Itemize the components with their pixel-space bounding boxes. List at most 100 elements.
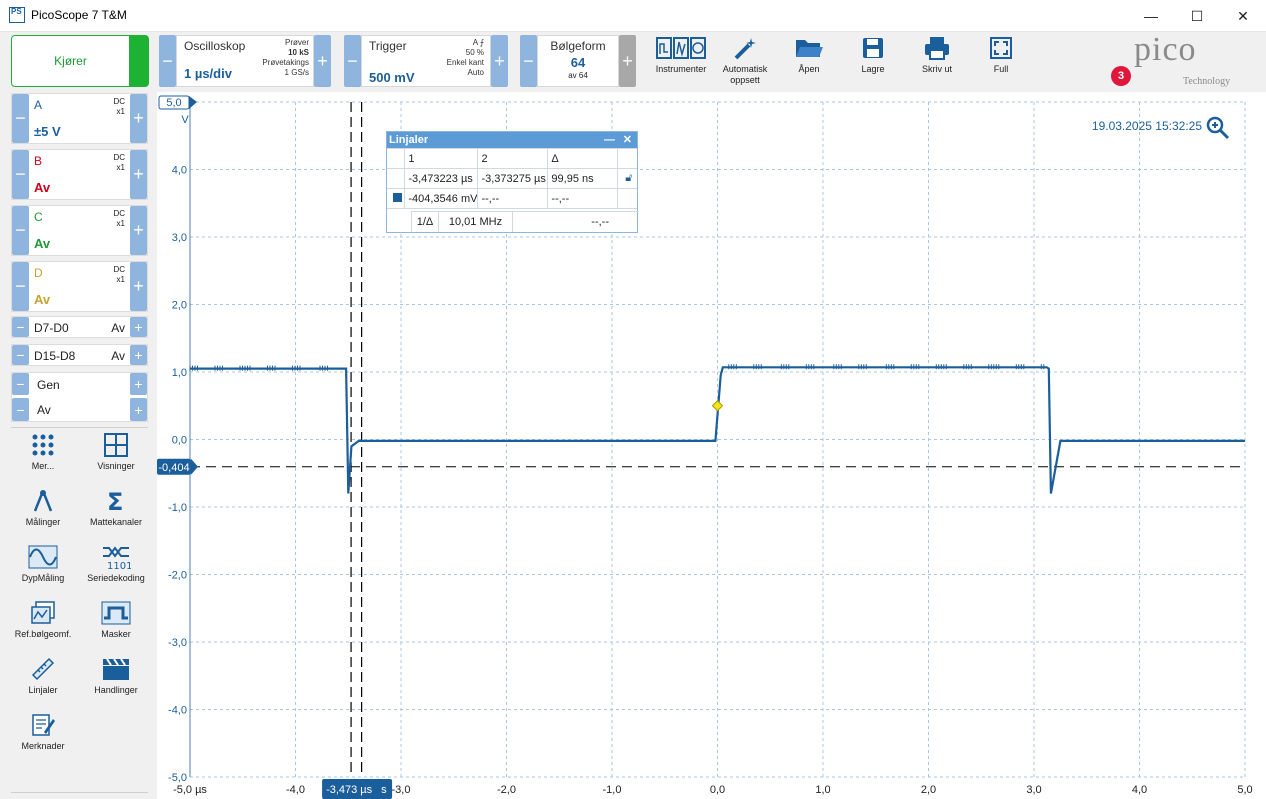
channel-c-minus[interactable]: −	[12, 206, 29, 255]
more-button[interactable]: Mer...	[11, 432, 75, 471]
actions-button[interactable]: Handlinger	[84, 656, 148, 695]
x-tick-label: 0,0	[710, 784, 725, 796]
rulers-button[interactable]: Linjaler	[11, 656, 75, 695]
channel-c-plus[interactable]: +	[130, 206, 147, 255]
trigger-plus-button[interactable]: +	[491, 35, 508, 87]
auto-setup-button[interactable]: Automatisk oppsett	[715, 36, 775, 86]
waveform-plus-button[interactable]: +	[619, 35, 636, 87]
rulers-table: 1 2 Δ -3,473223 µs -3,373275 µs 99,95 ns…	[387, 148, 637, 209]
gen-label: Gen	[37, 378, 60, 392]
y-tick-label: -1,0	[168, 502, 187, 514]
notification-badge[interactable]: 3	[1111, 66, 1131, 86]
serial-decoding-button[interactable]: 1101 Seriedekoding	[84, 544, 148, 583]
math-channels-button[interactable]: Σ Mattekanaler	[84, 488, 148, 527]
zoom-icon[interactable]	[1206, 116, 1230, 145]
lock-icon[interactable]: 🔓︎	[616, 168, 637, 189]
x-tick-label: 2,0	[921, 784, 936, 796]
generator-panel[interactable]: − Gen + − Av +	[11, 372, 148, 422]
trigger-auto: Auto	[467, 68, 484, 77]
channel-coupling: DC	[113, 153, 125, 162]
print-label: Skriv ut	[921, 64, 952, 74]
ruler-time-delta: 99,95 ns	[547, 168, 618, 189]
digital-row-high[interactable]: − D15-D8 Av +	[11, 344, 148, 366]
measurements-button[interactable]: Målinger	[11, 488, 75, 527]
notes-button[interactable]: Merknader	[11, 712, 75, 751]
x-tick-label: -4,0	[286, 784, 305, 796]
digital-high-plus[interactable]: +	[130, 345, 147, 365]
gen-plus[interactable]: +	[130, 373, 147, 395]
digital-low-minus[interactable]: −	[12, 317, 29, 337]
x-tick-label: 3,0	[1026, 784, 1041, 796]
channel-probe: x1	[116, 275, 125, 284]
y-unit-label: V	[181, 114, 189, 126]
deep-measure-button[interactable]: DypMåling	[11, 544, 75, 583]
reference-waveform-button[interactable]: Ref.bølgeomf.	[11, 600, 75, 639]
save-button[interactable]: Lagre	[843, 36, 903, 74]
print-button[interactable]: Skriv ut	[907, 36, 967, 74]
close-panel-icon[interactable]: ✕	[623, 132, 632, 148]
gen-state-plus[interactable]: +	[130, 398, 147, 421]
channel-b-plus[interactable]: +	[130, 150, 147, 199]
rulers-panel-header[interactable]: Linjaler — ✕	[387, 132, 637, 148]
plot-area[interactable]: 4,0 3,0 2,0 1,0 0,0 -1,0 -2,0 -3,0 -4,0 -5,0 5,0 V -…	[157, 92, 1266, 799]
channel-b-range[interactable]: Av	[34, 180, 50, 195]
maximize-icon[interactable]: ☐	[1174, 0, 1220, 32]
gen-state-minus[interactable]: −	[12, 398, 29, 421]
oscilloscope-plot[interactable]: 4,03,02,01,00,0-1,0-2,0-3,0-4,0-5,05,0V-…	[157, 92, 1266, 799]
waveform-minus-button[interactable]: −	[520, 35, 537, 87]
channel-b-panel[interactable]: − B DC x1 Av +	[11, 149, 148, 200]
save-label: Lagre	[861, 64, 885, 74]
serial-decode-icon: 1101	[103, 546, 131, 570]
channel-a-name: A	[34, 98, 43, 112]
run-button[interactable]: Kjører	[11, 35, 149, 87]
window-title: PicoScope 7 T&M	[31, 8, 127, 22]
minimize-panel-icon[interactable]: —	[604, 132, 615, 148]
waveform-total: av 64	[568, 71, 588, 80]
waveform-group[interactable]: Bølgeform 64 av 64	[537, 35, 619, 87]
timebase-minus-button[interactable]: −	[159, 35, 176, 87]
channel-a-plus[interactable]: +	[130, 94, 147, 143]
timebase-value: 1 µs/div	[184, 66, 232, 81]
close-icon[interactable]: ✕	[1220, 0, 1266, 32]
notes-label: Merknader	[21, 741, 65, 751]
digital-row-low[interactable]: − D7-D0 Av +	[11, 316, 148, 338]
channel-a-minus[interactable]: −	[12, 94, 29, 143]
masks-button[interactable]: Masker	[84, 600, 148, 639]
title-bar: PS PicoScope 7 T&M — ☐ ✕	[0, 0, 1266, 32]
ruler-freq-extra: --,--	[591, 216, 609, 228]
gen-minus[interactable]: −	[12, 373, 29, 395]
digital-high-name: D15-D8	[34, 349, 76, 363]
channel-probe: x1	[116, 107, 125, 116]
instruments-button[interactable]: Instrumenter	[651, 36, 711, 74]
channel-d-minus[interactable]: −	[12, 262, 29, 311]
timebase-group[interactable]: Oscilloskop 1 µs/div Prøver 10 kS Prøvet…	[176, 35, 314, 87]
channel-c-panel[interactable]: − C DC x1 Av +	[11, 205, 148, 256]
channel-d-plus[interactable]: +	[130, 262, 147, 311]
channel-b-minus[interactable]: −	[12, 150, 29, 199]
channel-d-panel[interactable]: − D DC x1 Av +	[11, 261, 148, 312]
timebase-plus-button[interactable]: +	[314, 35, 331, 87]
fullscreen-button[interactable]: Full	[971, 36, 1031, 74]
trigger-minus-button[interactable]: −	[344, 35, 361, 87]
open-label: Åpen	[798, 64, 820, 74]
instruments-label: Instrumenter	[655, 64, 707, 74]
digital-low-plus[interactable]: +	[130, 317, 147, 337]
channel-d-range[interactable]: Av	[34, 292, 50, 307]
ruler-level-1: -404,3546 mV	[404, 188, 479, 209]
x-tick-label: 4,0	[1132, 784, 1147, 796]
views-button[interactable]: Visninger	[84, 432, 148, 471]
minimize-icon[interactable]: —	[1128, 0, 1174, 32]
channel-d-name: D	[34, 266, 43, 280]
ruler-header-2: 2	[477, 148, 549, 169]
x-tick-label: -5,0 µs	[173, 784, 207, 796]
open-button[interactable]: Åpen	[779, 36, 839, 74]
channel-c-range[interactable]: Av	[34, 236, 50, 251]
channel-a-panel[interactable]: − A DC x1 ±5 V +	[11, 93, 148, 144]
time-ruler-label: -3,473 µs	[326, 784, 373, 796]
masks-label: Masker	[101, 629, 131, 639]
trigger-group[interactable]: Trigger 500 mV A ⨍ 50 % Enkel kant Auto	[361, 35, 491, 87]
digital-high-minus[interactable]: −	[12, 345, 29, 365]
channel-a-range[interactable]: ±5 V	[34, 124, 61, 139]
rulers-panel[interactable]: Linjaler — ✕ 1 2 Δ -3,473223 µs -3,37327…	[386, 131, 639, 233]
channel-coupling: DC	[113, 209, 125, 218]
